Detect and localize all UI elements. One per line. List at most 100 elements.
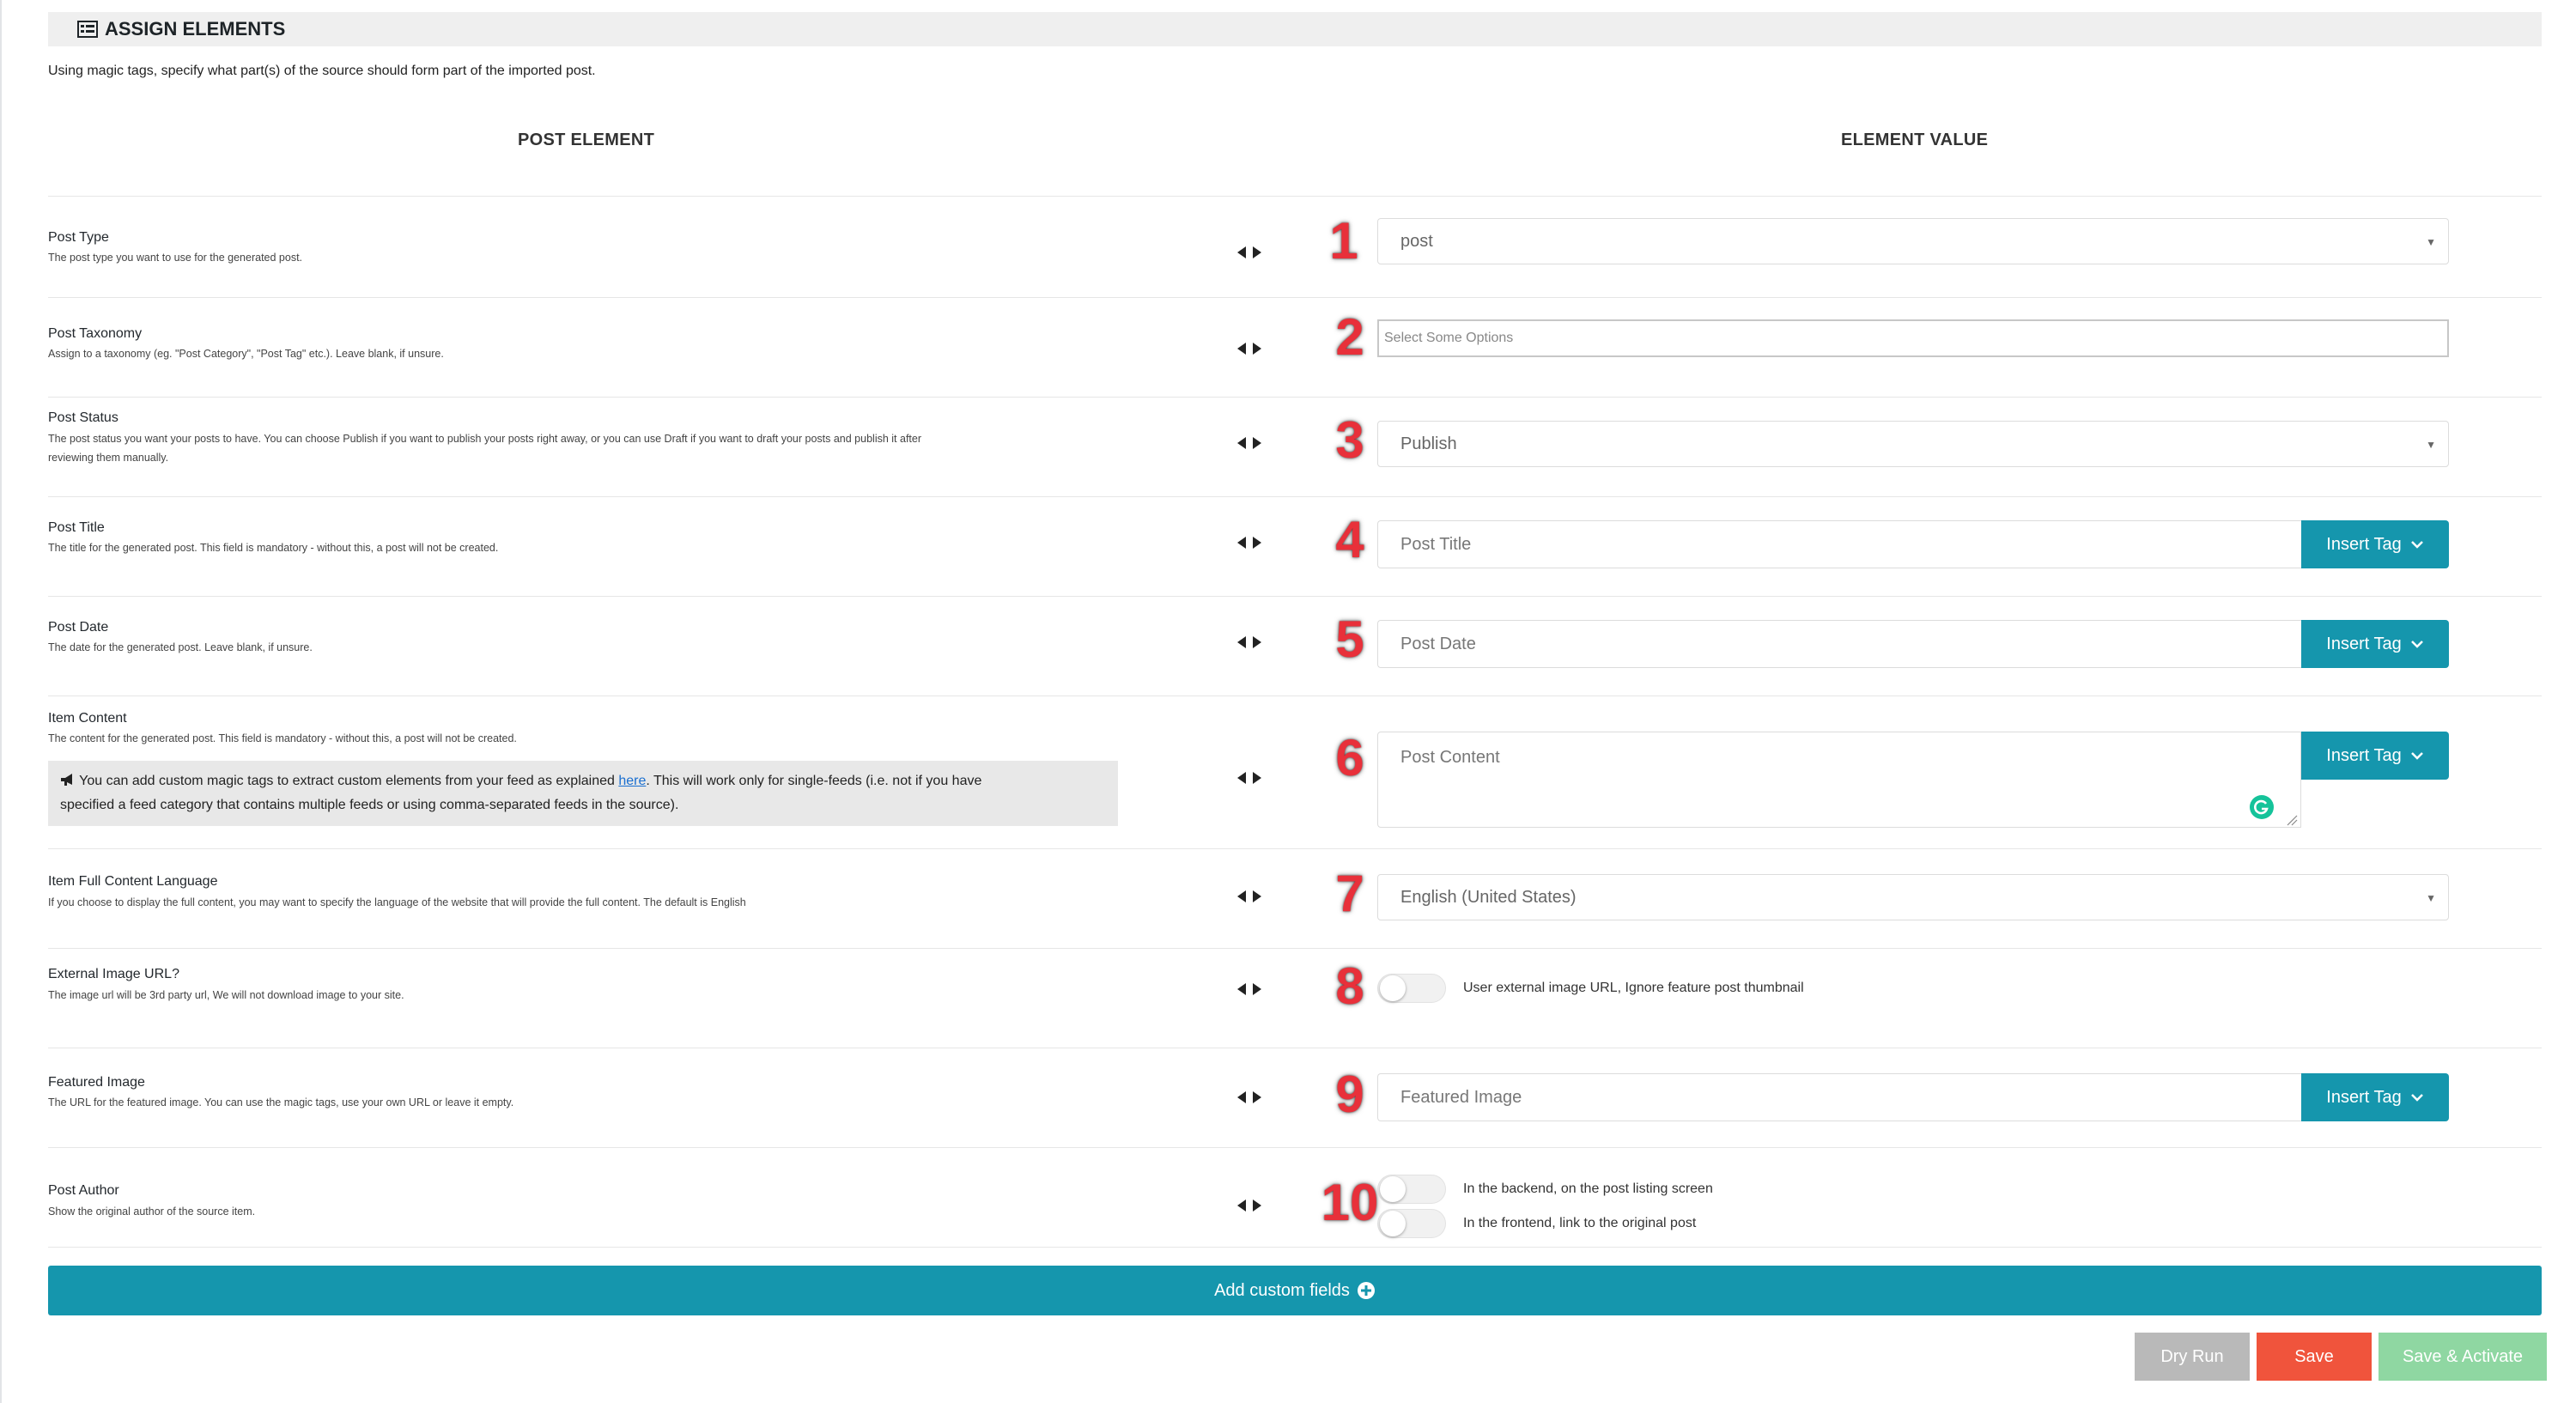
- insert-tag-label: Insert Tag: [2326, 745, 2402, 765]
- drag-arrows-icon[interactable]: [1237, 771, 1261, 785]
- post-title-description: The title for the generated post. This f…: [48, 542, 499, 554]
- save-button[interactable]: Save: [2257, 1333, 2372, 1381]
- insert-tag-label: Insert Tag: [2326, 1087, 2402, 1107]
- grammarly-g-icon: [2254, 799, 2269, 815]
- featured-image-description: The URL for the featured image. You can …: [48, 1096, 514, 1108]
- drag-arrows-icon[interactable]: [1237, 246, 1261, 259]
- post-taxonomy-label: Post Taxonomy: [48, 326, 143, 341]
- plus-circle-icon: [1357, 1282, 1375, 1299]
- post-author-description: Show the original author of the source i…: [48, 1206, 256, 1218]
- annotation-number: 8: [1334, 957, 1365, 1017]
- post-type-select[interactable]: post ▼: [1377, 218, 2449, 264]
- drag-arrows-icon[interactable]: [1237, 982, 1261, 996]
- post-status-label: Post Status: [48, 410, 118, 425]
- chevron-down-icon: [2410, 541, 2423, 549]
- post-title-input[interactable]: Post Title: [1377, 520, 2301, 568]
- insert-tag-button[interactable]: Insert Tag: [2301, 732, 2449, 780]
- section-intro: Using magic tags, specify what part(s) o…: [48, 64, 596, 78]
- annotation-number: 3: [1334, 410, 1365, 471]
- row-divider: [48, 695, 2542, 696]
- language-value: English (United States): [1400, 887, 1577, 907]
- annotation-number: 5: [1334, 610, 1365, 670]
- drag-arrows-icon[interactable]: [1237, 635, 1261, 649]
- annotation-number: 9: [1334, 1065, 1365, 1125]
- toggle-knob: [1380, 1176, 1406, 1202]
- insert-tag-button[interactable]: Insert Tag: [2301, 520, 2449, 568]
- post-status-select[interactable]: Publish ▼: [1377, 421, 2449, 467]
- add-custom-fields-button[interactable]: Add custom fields: [48, 1266, 2542, 1315]
- post-author-frontend-label: In the frontend, link to the original po…: [1463, 1216, 1697, 1230]
- post-content-textarea[interactable]: Post Content: [1377, 732, 2301, 828]
- featured-image-input[interactable]: Featured Image: [1377, 1073, 2301, 1121]
- post-author-backend-label: In the backend, on the post listing scre…: [1463, 1181, 1713, 1196]
- row-divider: [48, 948, 2542, 949]
- toggle-knob: [1380, 975, 1406, 1001]
- language-select[interactable]: English (United States) ▼: [1377, 874, 2449, 920]
- post-date-description: The date for the generated post. Leave b…: [48, 641, 313, 653]
- add-custom-fields-label: Add custom fields: [1214, 1280, 1350, 1300]
- column-header-element-value: ELEMENT VALUE: [1841, 131, 1989, 149]
- language-label: Item Full Content Language: [48, 874, 218, 889]
- annotation-number: 6: [1334, 728, 1365, 788]
- insert-tag-label: Insert Tag: [2326, 634, 2402, 653]
- annotation-number: 7: [1334, 864, 1365, 924]
- chevron-down-icon: ▼: [2426, 439, 2436, 451]
- drag-arrows-icon[interactable]: [1237, 536, 1261, 550]
- notice-text: You can add custom magic tags to extract…: [79, 774, 619, 788]
- external-image-label: External Image URL?: [48, 967, 179, 981]
- post-title-label: Post Title: [48, 520, 105, 535]
- row-divider: [48, 848, 2542, 849]
- list-icon: [77, 21, 98, 38]
- item-content-description: The content for the generated post. This…: [48, 732, 517, 744]
- post-type-value: post: [1400, 231, 1433, 251]
- row-divider: [48, 1147, 2542, 1148]
- post-status-description-cont: reviewing them manually.: [48, 452, 169, 464]
- item-content-label: Item Content: [48, 711, 127, 726]
- post-type-label: Post Type: [48, 230, 109, 245]
- drag-arrows-icon[interactable]: [1237, 342, 1261, 355]
- resize-handle-icon[interactable]: [2286, 814, 2298, 826]
- dry-run-button[interactable]: Dry Run: [2135, 1333, 2250, 1381]
- grammarly-icon[interactable]: [2250, 795, 2274, 819]
- drag-arrows-icon[interactable]: [1237, 436, 1261, 450]
- annotation-number: 4: [1334, 510, 1365, 570]
- section-header: ASSIGN ELEMENTS: [48, 12, 2542, 46]
- drag-arrows-icon[interactable]: [1237, 1199, 1261, 1212]
- post-date-label: Post Date: [48, 620, 109, 635]
- external-image-description: The image url will be 3rd party url, We …: [48, 989, 404, 1001]
- insert-tag-label: Insert Tag: [2326, 534, 2402, 554]
- annotation-number: 2: [1334, 307, 1365, 367]
- left-border: [0, 0, 2, 1403]
- insert-tag-button[interactable]: Insert Tag: [2301, 1073, 2449, 1121]
- row-divider: [48, 196, 2542, 197]
- column-header-post-element: POST ELEMENT: [518, 131, 655, 149]
- chevron-down-icon: ▼: [2426, 892, 2436, 904]
- post-date-input[interactable]: Post Date: [1377, 620, 2301, 668]
- post-author-backend-toggle[interactable]: [1377, 1175, 1446, 1204]
- row-divider: [48, 297, 2542, 298]
- row-divider: [48, 397, 2542, 398]
- notice-link[interactable]: here: [618, 774, 646, 788]
- external-image-toggle-label: User external image URL, Ignore feature …: [1463, 981, 1804, 995]
- megaphone-icon: [61, 774, 72, 786]
- post-status-description: The post status you want your posts to h…: [48, 433, 922, 445]
- custom-tags-notice: You can add custom magic tags to extract…: [48, 761, 1118, 826]
- drag-arrows-icon[interactable]: [1237, 890, 1261, 903]
- insert-tag-button[interactable]: Insert Tag: [2301, 620, 2449, 668]
- toggle-knob: [1380, 1211, 1406, 1236]
- post-taxonomy-description: Assign to a taxonomy (eg. "Post Category…: [48, 348, 444, 360]
- post-author-label: Post Author: [48, 1183, 119, 1198]
- post-taxonomy-placeholder: Select Some Options: [1384, 331, 1514, 345]
- row-divider: [48, 496, 2542, 497]
- notice-text-cont: . This will work only for single-feeds (…: [646, 774, 982, 788]
- post-taxonomy-multiselect[interactable]: Select Some Options: [1377, 319, 2449, 357]
- save-activate-button[interactable]: Save & Activate: [2379, 1333, 2547, 1381]
- annotation-number: 10: [1320, 1173, 1380, 1233]
- external-image-toggle[interactable]: [1377, 974, 1446, 1003]
- drag-arrows-icon[interactable]: [1237, 1090, 1261, 1104]
- row-divider: [48, 596, 2542, 597]
- row-divider: [48, 1247, 2542, 1248]
- post-author-frontend-toggle[interactable]: [1377, 1209, 1446, 1238]
- featured-image-label: Featured Image: [48, 1075, 145, 1090]
- post-type-description: The post type you want to use for the ge…: [48, 252, 303, 264]
